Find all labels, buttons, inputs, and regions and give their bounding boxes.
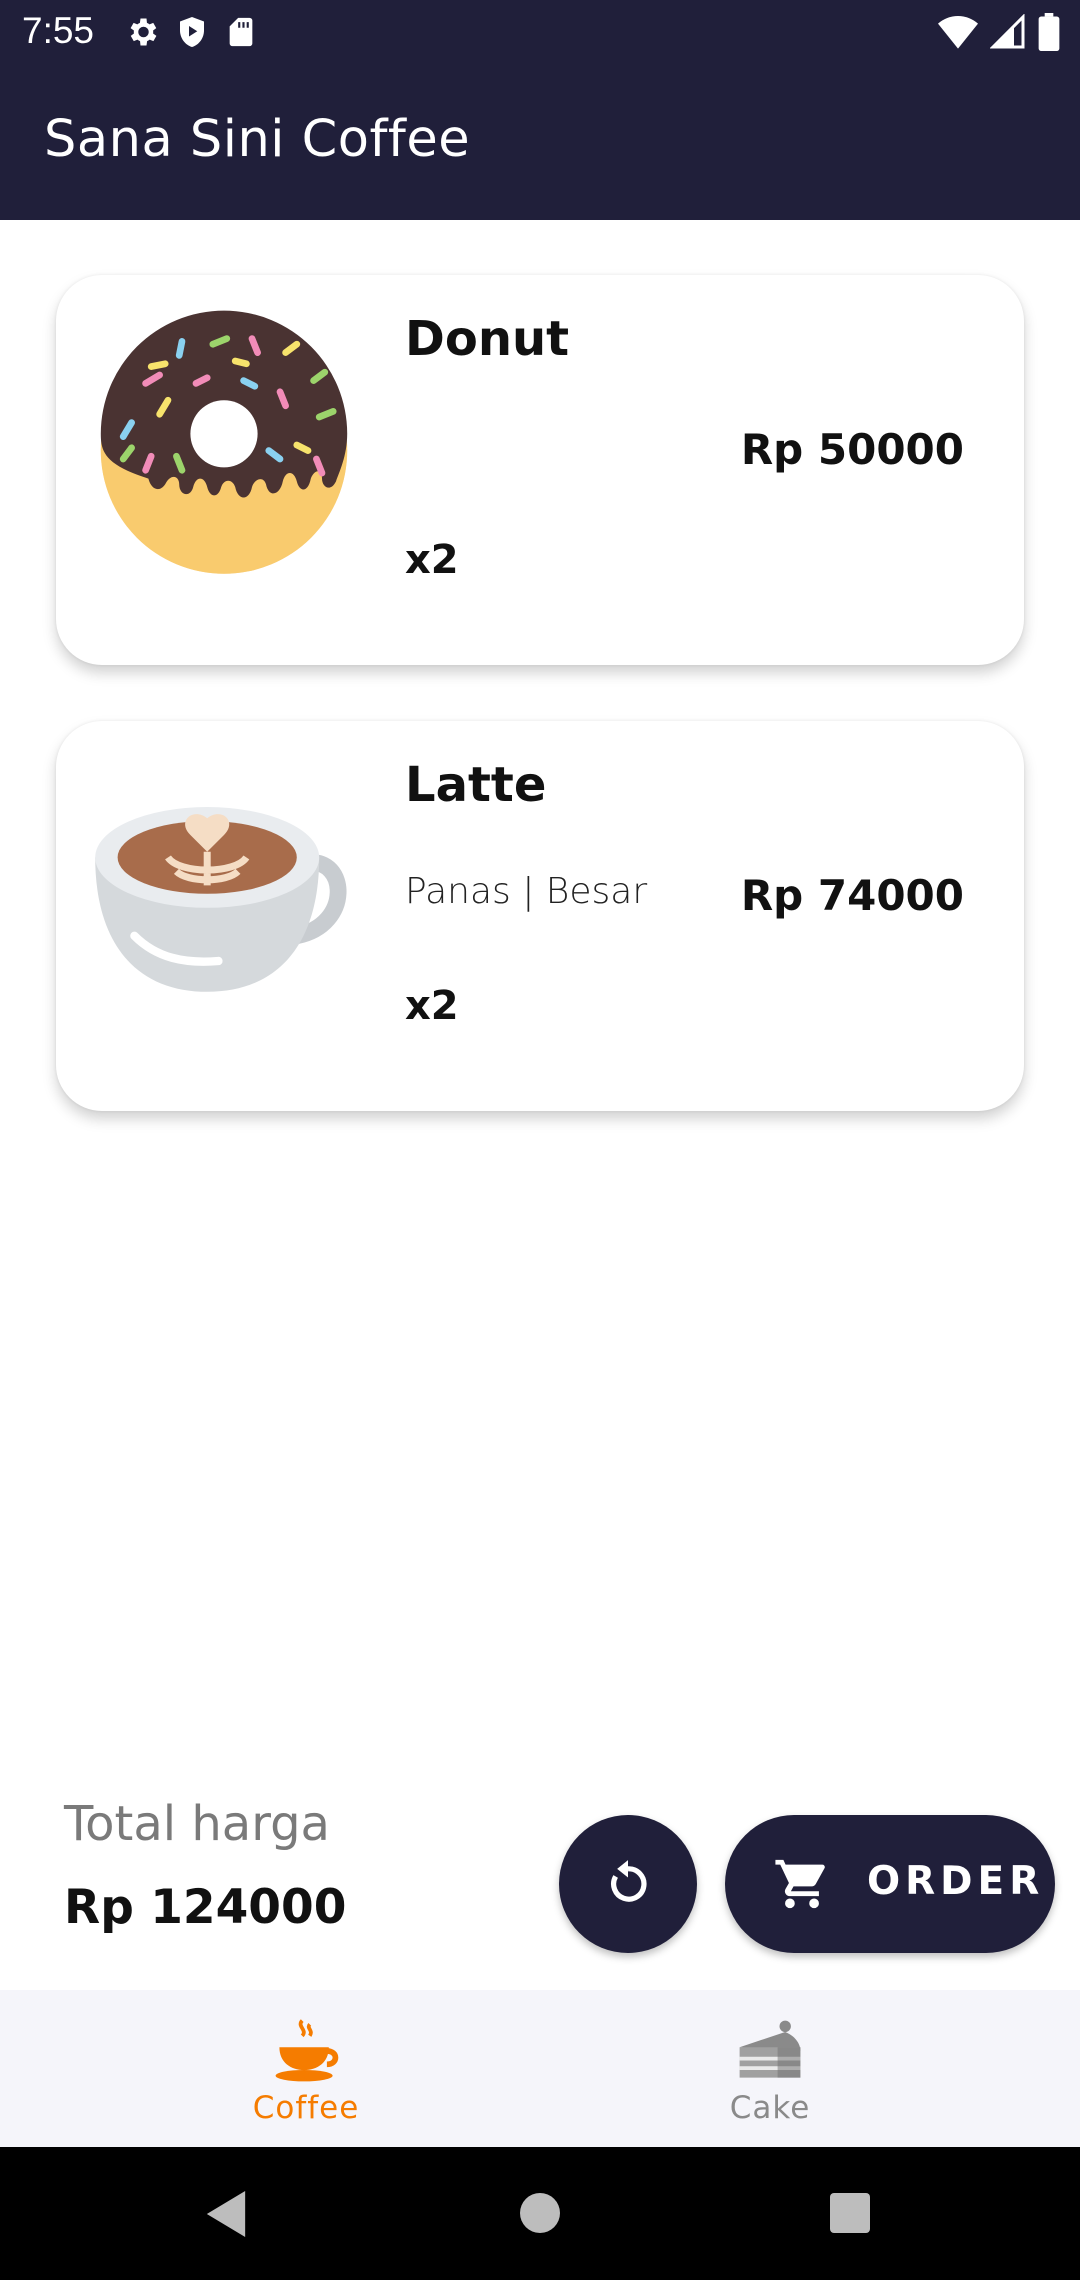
item-quantity: x2 [405, 983, 459, 1029]
nav-label: Cake [729, 2090, 811, 2126]
cart-list: Donut Rp 50000 x2 Latte Panas | Besar Rp… [0, 220, 1080, 1770]
nav-item-cake[interactable]: Cake [500, 1990, 1040, 2147]
back-icon[interactable] [206, 2191, 246, 2237]
nav-item-coffee[interactable]: Coffee [36, 1990, 576, 2147]
item-name: Latte [405, 757, 547, 813]
page-title: Sana Sini Coffee [44, 110, 471, 169]
app-bar: Sana Sini Coffee [0, 66, 1080, 220]
item-price: Rp 50000 [740, 425, 964, 474]
bottom-nav: Coffee Cake [0, 1990, 1080, 2147]
system-nav [0, 2147, 1080, 2280]
item-quantity: x2 [405, 537, 459, 583]
item-options: Panas | Besar [405, 871, 648, 912]
sd-card-icon [229, 17, 253, 47]
coffee-cup-icon [275, 2019, 339, 2082]
status-time: 7:55 [22, 10, 95, 51]
latte-cup-icon [95, 807, 347, 992]
cake-slice-icon [739, 2020, 801, 2078]
reset-button[interactable] [559, 1815, 697, 1953]
order-button[interactable]: ORDER [725, 1815, 1055, 1953]
cart-icon [775, 1859, 825, 1909]
cart-item-donut[interactable]: Donut Rp 50000 x2 [56, 275, 1024, 665]
donut-icon [100, 310, 348, 574]
item-name: Donut [405, 311, 570, 367]
cellular-signal-icon [990, 14, 1025, 49]
nav-label: Coffee [252, 2090, 360, 2126]
status-bar: 7:55 [0, 0, 1080, 66]
shield-play-icon [180, 17, 204, 47]
status-icons-left [124, 14, 258, 50]
cart-item-latte[interactable]: Latte Panas | Besar Rp 74000 x2 [56, 721, 1024, 1111]
home-icon[interactable] [520, 2193, 560, 2233]
recents-icon[interactable] [830, 2193, 870, 2233]
wifi-icon [938, 16, 978, 49]
refresh-icon [611, 1860, 647, 1902]
item-price: Rp 74000 [740, 871, 964, 920]
order-label: ORDER [867, 1859, 1045, 1904]
battery-icon [1038, 13, 1060, 51]
total-label: Total harga [64, 1796, 330, 1852]
status-icons-right [938, 13, 1060, 51]
gear-icon [130, 18, 157, 46]
total-value: Rp 124000 [64, 1880, 347, 1935]
